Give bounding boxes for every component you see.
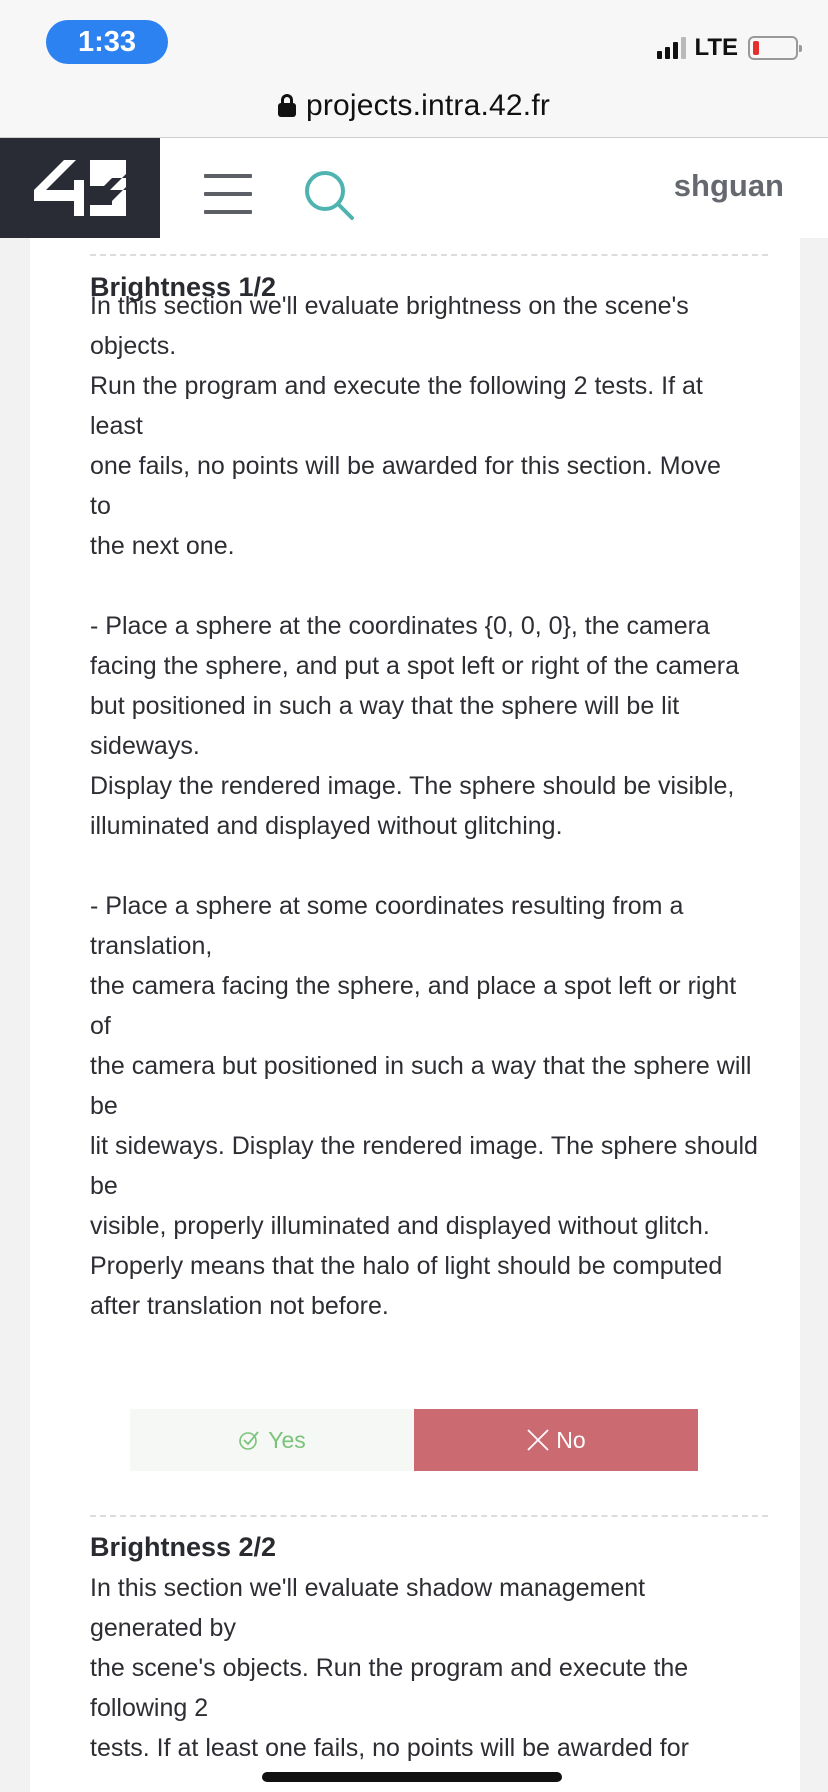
search-icon[interactable] xyxy=(302,168,358,224)
section-title: Brightness 2/2 xyxy=(90,1532,277,1562)
url-text: projects.intra.42.fr xyxy=(305,88,551,122)
lock-icon xyxy=(277,93,296,118)
app-header: shguan xyxy=(0,138,828,238)
username[interactable]: shguan xyxy=(674,168,784,204)
no-button[interactable]: No xyxy=(414,1409,698,1471)
section-divider xyxy=(90,1515,768,1517)
section-description: In this section we'll evaluate brightnes… xyxy=(90,292,758,1320)
section-divider xyxy=(90,254,768,256)
no-button-label: No xyxy=(556,1426,586,1453)
evaluation-content: Brightness 1/2 In this section we'll eva… xyxy=(30,238,800,1792)
logo-42-icon xyxy=(34,160,126,216)
yes-button-label: Yes xyxy=(268,1426,306,1453)
answer-buttons: Yes No xyxy=(130,1409,698,1471)
status-bar: 1:33 LTE xyxy=(0,0,828,74)
status-time-label: 1:33 xyxy=(77,25,137,58)
battery-icon xyxy=(748,36,802,60)
hamburger-menu-icon[interactable] xyxy=(204,174,252,214)
home-indicator[interactable] xyxy=(262,1772,562,1782)
close-icon xyxy=(527,1429,549,1451)
check-icon xyxy=(239,1431,259,1450)
url-bar[interactable]: projects.intra.42.fr xyxy=(0,74,828,138)
signal-strength-icon xyxy=(657,37,687,59)
logo-42[interactable] xyxy=(0,138,160,238)
network-type: LTE xyxy=(694,34,738,61)
section-description: In this section we'll evaluate shadow ma… xyxy=(90,1574,689,1762)
yes-button[interactable]: Yes xyxy=(130,1409,414,1471)
status-time[interactable]: 1:33 xyxy=(46,20,168,64)
status-indicators: LTE xyxy=(657,34,802,62)
